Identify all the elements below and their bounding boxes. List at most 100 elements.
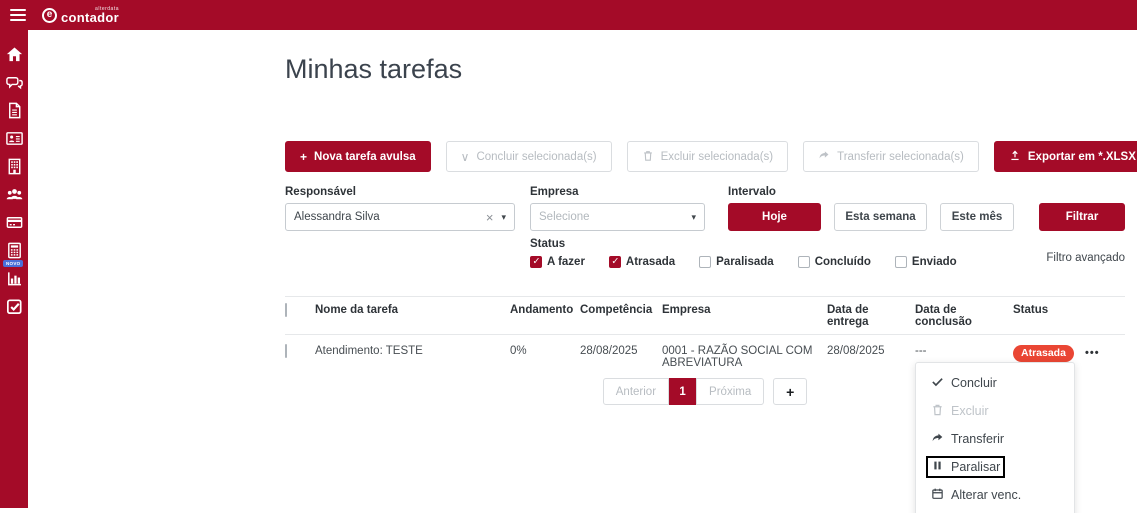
chat-icon (5, 73, 24, 92)
checkbox-concluido[interactable]: Concluído (797, 256, 871, 268)
row-actions-icon[interactable] (1085, 347, 1100, 359)
tasks-check-icon (5, 297, 24, 316)
export-xlsx-button[interactable]: Exportar em *.XLSX (993, 141, 1137, 172)
home-icon (5, 45, 24, 64)
checkbox-a-fazer[interactable]: A fazer (530, 256, 585, 268)
new-task-button[interactable]: + Nova tarefa avulsa (285, 141, 431, 172)
filtrar-button[interactable]: Filtrar (1039, 203, 1125, 231)
pagination-prev-button[interactable]: Anterior (602, 378, 670, 405)
pagination-add-button[interactable]: + (773, 378, 808, 405)
header-competencia: Competência (580, 304, 653, 316)
sidebar-item-reports[interactable]: NOVO (0, 260, 28, 292)
new-task-label: Nova tarefa avulsa (314, 150, 416, 163)
app-window: e alterdata contador NOVO Minhas tarefas… (0, 0, 1137, 513)
toolbar: + Nova tarefa avulsa ∨ Concluir selecion… (285, 141, 1137, 172)
sidebar-item-chat[interactable] (0, 68, 28, 96)
caret-down-icon: ▾ (501, 211, 506, 222)
task-competence: 28/08/2025 (580, 345, 638, 357)
empresa-placeholder: Selecione (539, 211, 590, 223)
menu-item-alterar-venc[interactable]: Alterar venc. (916, 481, 1074, 509)
header-empresa: Empresa (662, 304, 711, 316)
page-title: Minhas tarefas (285, 54, 463, 84)
sidebar-item-team[interactable] (0, 180, 28, 208)
document-icon (5, 101, 24, 120)
menu-item-label: Transferir (951, 432, 1005, 446)
upload-icon (1009, 149, 1021, 165)
trash-icon (642, 149, 654, 165)
interval-hoje-button[interactable]: Hoje (728, 203, 821, 231)
task-company: 0001 - RAZÃO SOCIAL COM ABREVIATURA (662, 345, 813, 369)
bar-chart-icon (5, 269, 24, 288)
empresa-label: Empresa (530, 186, 579, 198)
trash-icon (931, 403, 944, 419)
interval-esta-semana-button[interactable]: Esta semana (834, 203, 927, 231)
plus-icon: + (300, 149, 308, 164)
conclude-selected-label: Concluir selecionada(s) (476, 150, 597, 163)
sidebar-item-companies[interactable] (0, 152, 28, 180)
app-logo[interactable]: e alterdata contador (42, 5, 120, 25)
checkbox-enviado[interactable]: Enviado (894, 256, 957, 268)
logo-small-text: alterdata (95, 5, 120, 12)
sidebar-item-home[interactable] (0, 40, 28, 68)
check-icon (931, 375, 944, 391)
forward-arrow-icon (818, 149, 830, 164)
status-checkbox-group: A fazer Atrasada Paralisada Concluído En… (530, 256, 957, 268)
delete-selected-label: Excluir selecionada(s) (660, 150, 774, 163)
menu-item-label: Alterar venc. (951, 488, 1022, 502)
top-header: e alterdata contador (0, 0, 1137, 30)
checkbox-icon (530, 256, 542, 268)
pagination-current-page[interactable]: 1 (669, 378, 697, 405)
menu-item-concluir[interactable]: Concluir (916, 369, 1074, 397)
interval-group: Hoje Esta semana Este mês (728, 203, 1014, 231)
checkbox-atrasada[interactable]: Atrasada (608, 256, 676, 268)
responsavel-select[interactable]: Alessandra Silva × ▾ (285, 203, 515, 231)
transfer-selected-label: Transferir selecionada(s) (837, 150, 964, 163)
logo-text: alterdata contador (61, 5, 120, 25)
chevron-down-icon: ∨ (460, 149, 470, 164)
transfer-selected-button[interactable]: Transferir selecionada(s) (803, 141, 979, 172)
sidebar-item-payments[interactable] (0, 208, 28, 236)
interval-este-mes-button[interactable]: Este mês (940, 203, 1014, 231)
sidebar-item-documents[interactable] (0, 96, 28, 124)
pagination-next-button[interactable]: Próxima (696, 378, 765, 405)
menu-item-label: Paralisar (951, 460, 1001, 474)
logo-main-text: contador (61, 9, 120, 25)
sidebar-item-contacts[interactable] (0, 124, 28, 152)
people-icon (5, 185, 24, 204)
delete-selected-button[interactable]: Excluir selecionada(s) (626, 141, 789, 172)
checkbox-label: Atrasada (625, 256, 676, 268)
sidebar-item-tasks[interactable] (0, 292, 28, 320)
building-icon (5, 157, 24, 176)
conclude-selected-button[interactable]: ∨ Concluir selecionada(s) (445, 141, 612, 172)
menu-item-paralisar[interactable]: Paralisar (916, 453, 1074, 481)
header-nome-da-tarefa: Nome da tarefa (315, 304, 399, 316)
menu-item-editar-modelo[interactable]: Editar modelo/fases (916, 509, 1074, 513)
menu-item-excluir[interactable]: Excluir (916, 397, 1074, 425)
checkbox-icon (699, 256, 712, 268)
row-context-menu: Concluir Excluir Transferir Paralisar Al… (915, 362, 1075, 513)
responsavel-label: Responsável (285, 186, 356, 198)
clear-icon[interactable]: × (486, 210, 494, 225)
status-badge: Atrasada (1013, 345, 1074, 362)
checkbox-label: A fazer (547, 256, 585, 268)
pause-icon (931, 459, 944, 475)
responsavel-value: Alessandra Silva (294, 211, 380, 223)
menu-icon[interactable] (10, 9, 26, 21)
empresa-select[interactable]: Selecione ▾ (530, 203, 705, 231)
task-done-date: --- (915, 345, 927, 357)
calculator-icon (5, 241, 24, 260)
header-andamento: Andamento (510, 304, 574, 316)
menu-item-transferir[interactable]: Transferir (916, 425, 1074, 453)
sidebar-nav: NOVO (0, 30, 28, 508)
select-all-checkbox[interactable] (285, 303, 287, 317)
table-header-row: Nome da tarefa Andamento Competência Emp… (285, 296, 1125, 335)
row-checkbox[interactable] (285, 344, 287, 358)
advanced-filter-link[interactable]: Filtro avançado (1046, 252, 1125, 264)
header-data-de-conclusao: Data de conclusão (915, 304, 972, 328)
contact-card-icon (5, 129, 24, 148)
task-due-date: 28/08/2025 (827, 345, 885, 357)
checkbox-paralisada[interactable]: Paralisada (699, 256, 774, 268)
forward-arrow-icon (931, 431, 944, 447)
header-status: Status (1013, 304, 1049, 316)
intervalo-label: Intervalo (728, 186, 776, 198)
